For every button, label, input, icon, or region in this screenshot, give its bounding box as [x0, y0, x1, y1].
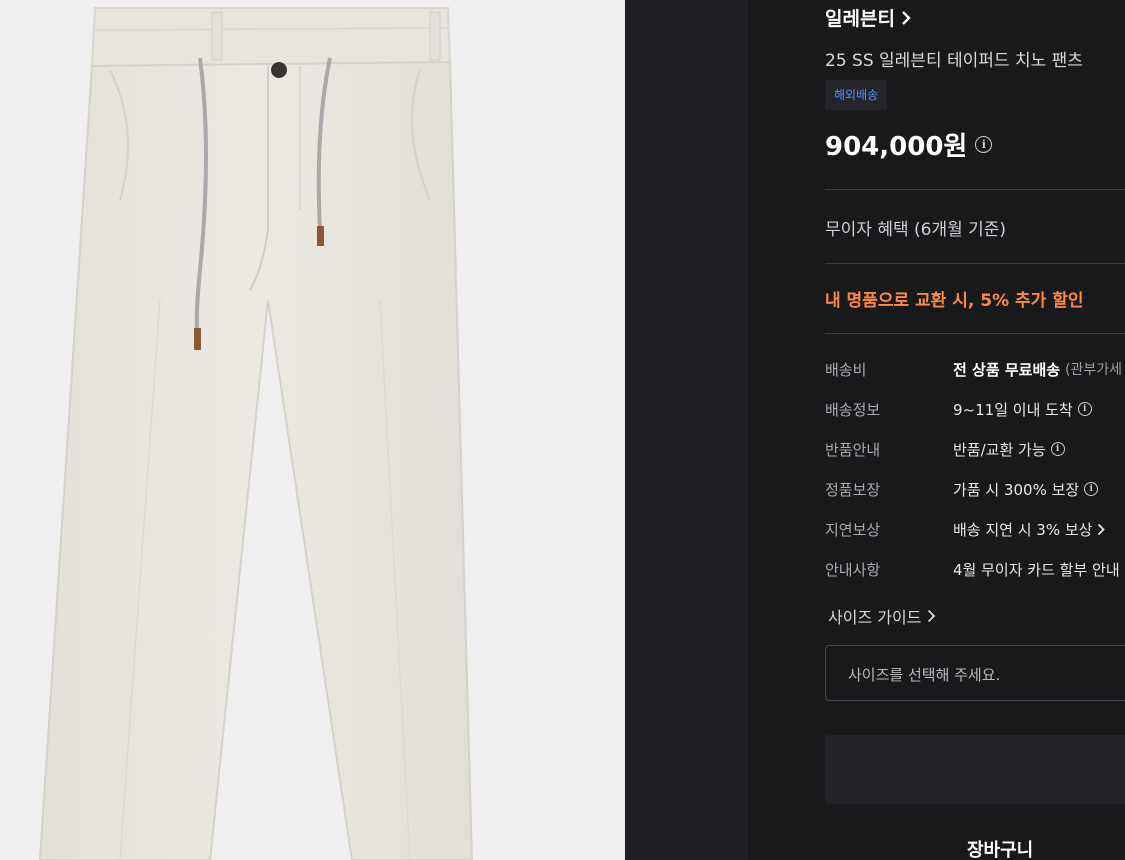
chevron-right-icon — [902, 10, 911, 25]
row-label: 안내사항 — [825, 560, 881, 579]
tax-included-text: (관부가세 포함) — [1065, 362, 1125, 378]
product-info-panel: 일레븐티 25 SS 일레븐티 테이퍼드 치노 팬츠 해외배송 904,000원… — [748, 0, 1125, 860]
gallery-gutter — [625, 0, 748, 860]
row-label: 정품보장 — [825, 480, 881, 499]
row-return-info[interactable]: 반품안내 반품/교환 가능 i — [825, 438, 1065, 460]
size-select-placeholder: 사이즈를 선택해 주세요. — [848, 666, 1001, 684]
interest-free-benefit[interactable]: 무이자 혜택 (6개월 기준) — [825, 215, 1006, 240]
row-value: 가품 시 300% 보장 i — [953, 479, 1099, 500]
brand-link[interactable]: 일레븐티 — [825, 4, 911, 31]
size-guide-link[interactable]: 사이즈 가이드 — [828, 604, 936, 628]
product-title: 25 SS 일레븐티 테이퍼드 치노 팬츠 — [825, 51, 1083, 71]
divider — [825, 333, 1125, 334]
price-row: 904,000원 i — [825, 126, 993, 163]
brand-name: 일레븐티 — [825, 8, 895, 30]
size-select[interactable]: 사이즈를 선택해 주세요. — [825, 645, 1125, 701]
price-info-icon[interactable]: i — [975, 136, 993, 153]
divider — [825, 263, 1125, 264]
size-guide-label: 사이즈 가이드 — [828, 608, 922, 627]
trade-in-promo[interactable]: 내 명품으로 교환 시, 5% 추가 할인 — [825, 286, 1084, 311]
return-info-icon[interactable]: i — [1050, 442, 1065, 456]
row-label: 배송정보 — [825, 400, 881, 419]
installment-notice: 4월 무이자 카드 할부 안내 — [953, 560, 1120, 579]
buy-button[interactable] — [825, 735, 1125, 804]
delivery-info-icon[interactable]: i — [1077, 402, 1092, 416]
delay-compensation: 배송 지연 시 3% 보상 — [953, 520, 1093, 539]
return-status: 반품/교환 가능 — [953, 440, 1046, 459]
row-label: 반품안내 — [825, 440, 881, 459]
row-authenticity[interactable]: 정품보장 가품 시 300% 보장 i — [825, 478, 1099, 500]
delivery-eta: 9~11일 이내 도착 — [953, 400, 1073, 419]
row-label: 지연보상 — [825, 520, 881, 539]
row-shipping-fee: 배송비 전 상품 무료배송 (관부가세 포함) — [825, 358, 1125, 380]
row-label: 배송비 — [825, 360, 867, 379]
divider — [825, 189, 1125, 190]
row-delivery-info[interactable]: 배송정보 9~11일 이내 도착 i — [825, 398, 1092, 420]
chevron-right-icon — [1098, 523, 1106, 535]
authenticity-info-icon[interactable]: i — [1084, 482, 1099, 496]
row-delay-compensation[interactable]: 지연보상 배송 지연 시 3% 보상 — [825, 518, 1106, 540]
row-value: 4월 무이자 카드 할부 안내 — [953, 559, 1120, 580]
row-value: 9~11일 이내 도착 i — [953, 399, 1092, 420]
overseas-shipping-badge: 해외배송 — [825, 80, 888, 110]
row-value: 반품/교환 가능 i — [953, 439, 1065, 460]
row-value: 전 상품 무료배송 (관부가세 포함) — [953, 359, 1125, 380]
row-value: 배송 지연 시 3% 보상 — [953, 519, 1106, 540]
product-image[interactable] — [0, 0, 625, 860]
row-notice[interactable]: 안내사항 4월 무이자 카드 할부 안내 — [825, 558, 1120, 580]
free-shipping-text: 전 상품 무료배송 — [953, 360, 1061, 379]
price: 904,000원 — [825, 132, 968, 162]
chevron-right-icon — [928, 609, 936, 623]
cart-button[interactable]: 장바구니 — [967, 836, 1033, 860]
chino-pants-illustration — [38, 7, 474, 860]
authenticity-guarantee: 가품 시 300% 보장 — [953, 480, 1080, 499]
